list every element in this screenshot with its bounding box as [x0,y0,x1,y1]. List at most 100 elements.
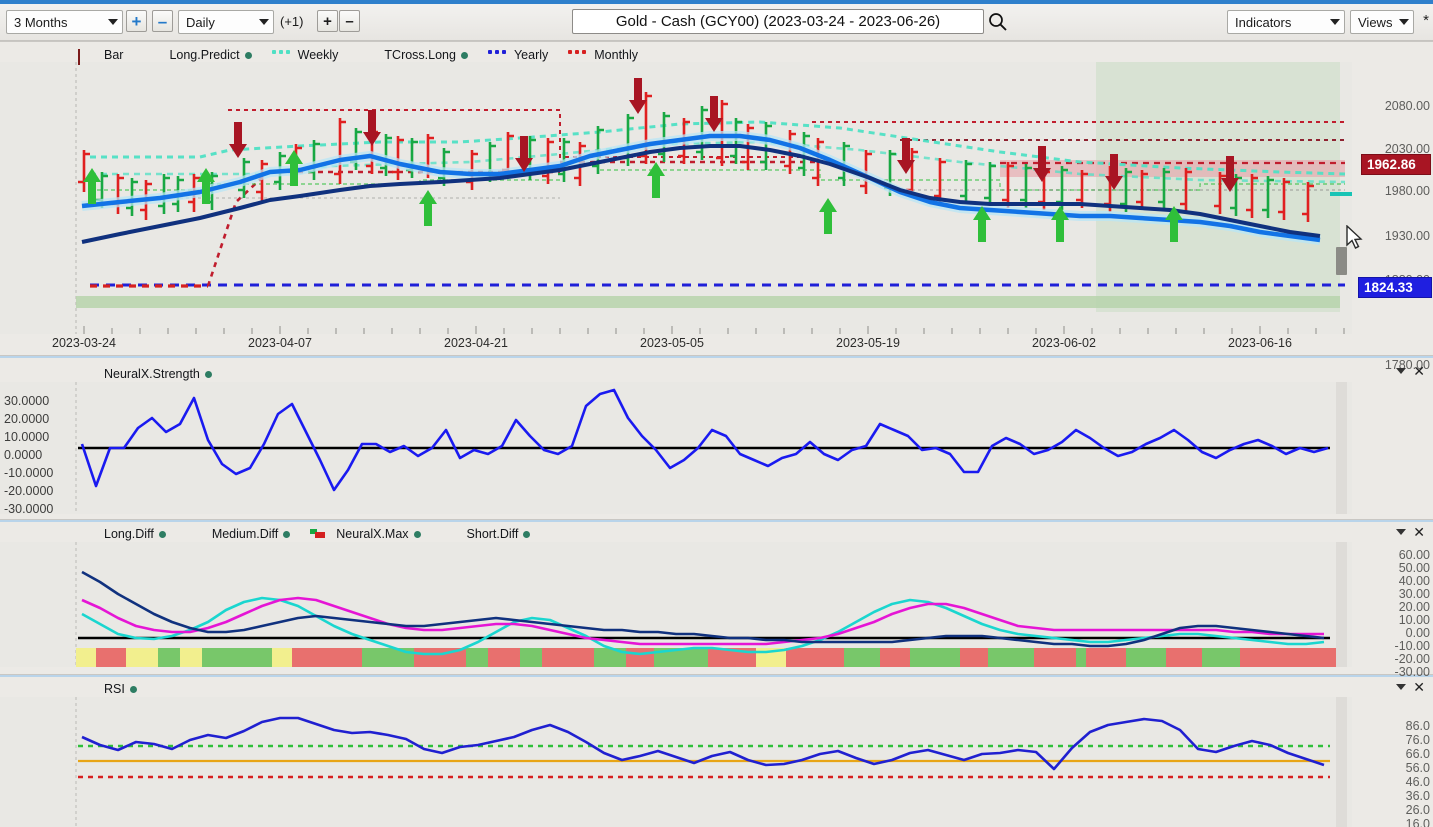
chevron-down-icon [259,19,269,25]
y-tick: 0.00 [1405,626,1430,640]
period-select[interactable]: 3 Months [6,10,123,34]
x-tick: 2023-06-02 [1032,336,1096,350]
period-select-value: 3 Months [14,14,68,30]
legend-item-tcross-long[interactable]: TCross.Long [358,48,468,62]
legend-item-weekly[interactable]: Weekly [271,48,339,62]
price-chart-legend: Bar Long.Predict Weekly TCross.Long Year… [78,48,658,65]
offset-label: (+1) [280,14,304,29]
symbol-input[interactable]: Gold - Cash (GCY00) (2023-03-24 - 2023-0… [572,9,984,34]
rsi-scroll-track[interactable] [1336,697,1347,827]
legend-item-monthly[interactable]: Monthly [568,48,638,62]
views-select[interactable]: Views [1350,10,1414,34]
diff-plot-area[interactable] [0,542,1352,667]
views-select-value: Views [1358,14,1393,30]
x-tick: 2023-05-05 [640,336,704,350]
legend-settings-dot-icon[interactable] [204,370,212,378]
y-tick: -20.00 [1394,652,1430,666]
legend-label: NeuralX.Strength [104,367,200,381]
line-icon [78,684,98,694]
interval-select-value: Daily [186,14,215,30]
line-icon [78,529,98,539]
chevron-down-icon[interactable] [1396,684,1407,690]
y-tick: 20.00 [1398,600,1430,614]
rsi-plot-svg [0,697,1352,827]
legend-label: Medium.Diff [211,527,279,541]
indicators-select[interactable]: Indicators [1227,10,1345,34]
y-tick: 86.0 [1405,719,1430,733]
legend-item-long-predict[interactable]: Long.Predict [143,48,252,62]
neuralx-plot-area[interactable] [0,382,1352,514]
plus-icon: + [323,12,332,30]
rsi-plot-area[interactable] [0,697,1352,827]
dashed-line-icon [568,50,588,60]
legend-item-yearly[interactable]: Yearly [487,48,548,62]
rsi-legend: RSI [78,682,157,696]
plus-icon: + [131,11,142,31]
y-tick: -30.0000 [4,502,54,516]
panel-divider [0,675,1433,677]
y-tick: 30.00 [1398,587,1430,601]
legend-item-short-diff[interactable]: Short.Diff [441,527,531,541]
interval-select[interactable]: Daily [178,10,274,34]
legend-label: Bar [104,48,124,62]
legend-item-long-diff[interactable]: Long.Diff [78,527,166,541]
period-increase-button[interactable]: + [126,10,147,32]
panel-divider [0,520,1433,522]
legend-settings-dot-icon[interactable] [283,530,291,538]
line-icon [441,529,461,539]
neuralx-strength-panel: NeuralX.Strength ✕ 30.0000 20.0000 10.00… [0,355,1433,517]
y-tick: 66.0 [1405,747,1430,761]
last-price-tag: 1962.86 [1361,154,1431,175]
neuralx-scroll-track[interactable] [1336,382,1347,514]
price-plot-area[interactable] [0,62,1352,334]
offset-decrease-button[interactable]: – [339,10,360,32]
legend-item-neuralx-strength[interactable]: NeuralX.Strength [78,367,212,381]
y-tick: 1930.00 [1384,229,1430,243]
y-tick: 20.0000 [4,412,50,426]
y-tick: -10.0000 [4,466,54,480]
y-tick: 1980.00 [1384,184,1430,198]
legend-label: NeuralX.Max [336,527,409,541]
close-icon[interactable]: ✕ [1413,525,1425,539]
y-tick: -10.00 [1394,639,1430,653]
bar-icon [78,49,98,65]
legend-settings-dot-icon[interactable] [460,51,468,59]
y-tick: 50.00 [1398,561,1430,575]
neuralx-y-axis: 30.0000 20.0000 10.0000 0.0000 -10.0000 … [0,382,76,516]
legend-label: Long.Diff [104,527,154,541]
diff-scroll-track[interactable] [1336,542,1347,667]
neuralx-max-icon [310,529,330,539]
offset-increase-button[interactable]: + [317,10,338,32]
legend-settings-dot-icon[interactable] [129,685,137,693]
legend-label: Weekly [297,48,339,62]
top-toolbar: 3 Months + – Daily (+1) + – Gold - Cash … [0,0,1433,41]
neuralx-panel-controls: ✕ [1396,364,1425,378]
y-tick: 2080.00 [1384,99,1430,113]
legend-settings-dot-icon[interactable] [158,530,166,538]
close-icon[interactable]: ✕ [1413,680,1425,694]
legend-label: TCross.Long [384,48,456,62]
x-tick: 2023-06-16 [1228,336,1292,350]
toolbar-overflow-button[interactable]: * [1423,12,1429,29]
y-tick: 36.0 [1405,789,1430,803]
legend-item-neuralx-max[interactable]: NeuralX.Max [310,527,421,541]
y-tick: 56.0 [1405,761,1430,775]
close-icon[interactable]: ✕ [1413,364,1425,378]
x-tick: 2023-04-21 [444,336,508,350]
legend-settings-dot-icon[interactable] [523,530,531,538]
support-price-tag: 1824.33 [1358,277,1432,298]
chevron-down-icon[interactable] [1396,368,1407,374]
diff-plot-svg [0,542,1352,667]
neuralx-plot-svg [0,382,1352,514]
price-panel-scroll-thumb[interactable] [1336,247,1347,275]
legend-item-medium-diff[interactable]: Medium.Diff [186,527,291,541]
legend-settings-dot-icon[interactable] [244,51,252,59]
diff-indicator-panel: Long.Diff Medium.Diff NeuralX.Max Short.… [0,519,1433,679]
legend-item-bar[interactable]: Bar [78,48,124,65]
legend-item-rsi[interactable]: RSI [78,682,137,696]
search-icon[interactable] [988,12,1007,31]
period-decrease-button[interactable]: – [152,10,173,32]
legend-settings-dot-icon[interactable] [413,530,421,538]
rsi-panel: RSI ✕ 86.0 76.0 66.0 56.0 46.0 36.0 26.0… [0,674,1433,827]
chevron-down-icon[interactable] [1396,529,1407,535]
